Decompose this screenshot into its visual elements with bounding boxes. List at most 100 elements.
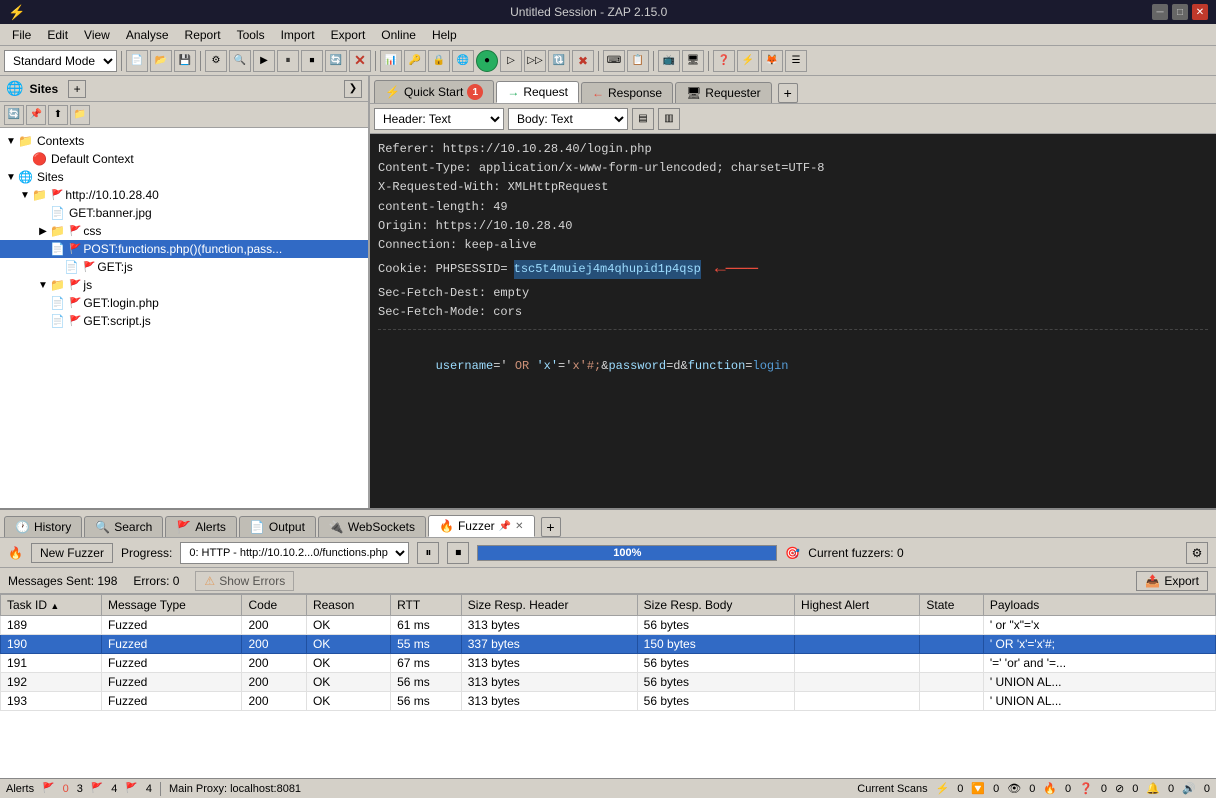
table-row[interactable]: 189Fuzzed200OK61 ms313 bytes56 bytes' or… <box>1 616 1216 635</box>
toolbar-btn-9[interactable]: 🔒 <box>428 50 450 72</box>
col-resp-header[interactable]: Size Resp. Header <box>461 595 637 616</box>
tree-item-selected[interactable]: 📄 🚩 POST:functions.php()(function,pass..… <box>0 240 368 258</box>
col-code[interactable]: Code <box>242 595 306 616</box>
col-reason[interactable]: Reason <box>306 595 390 616</box>
tab-requester[interactable]: 🖥 Requester <box>675 82 772 103</box>
tree-item[interactable]: ▼ 📁 Contexts <box>0 132 368 150</box>
menubar-item-report[interactable]: Report <box>177 26 229 44</box>
toolbar-save[interactable]: 💾 <box>174 50 196 72</box>
tree-item[interactable]: 📄 🚩 GET:login.php <box>0 294 368 312</box>
toolbar-btn-11[interactable]: ▷ <box>500 50 522 72</box>
toolbar-open[interactable]: 📂 <box>150 50 172 72</box>
tab-history[interactable]: 🕐 History <box>4 516 82 537</box>
fuzzer-pin-icon[interactable]: 📌 <box>499 521 511 532</box>
menubar-item-tools[interactable]: Tools <box>229 26 273 44</box>
toolbar-btn-6[interactable]: 🔄 <box>325 50 347 72</box>
toolbar-new-session[interactable]: 📄 <box>126 50 148 72</box>
tree-item[interactable]: ▼ 📁 🚩 http://10.10.28.40 <box>0 186 368 204</box>
tab-request[interactable]: → Request <box>496 81 579 103</box>
table-row[interactable]: 190Fuzzed200OK55 ms337 bytes150 bytes' O… <box>1 635 1216 654</box>
menubar-item-export[interactable]: Export <box>323 26 374 44</box>
fuzzer-pause-button[interactable]: ⏸ <box>417 542 439 564</box>
add-bottom-tab-button[interactable]: + <box>541 517 561 537</box>
col-highest-alert[interactable]: Highest Alert <box>795 595 920 616</box>
body-format-dropdown[interactable]: Body: Text <box>508 108 628 130</box>
toolbar-btn-14[interactable]: ✖ <box>572 50 594 72</box>
toolbar-btn-17[interactable]: 📺 <box>658 50 680 72</box>
left-toolbar-btn-3[interactable]: ⬆ <box>48 105 68 125</box>
tree-item[interactable]: 🔴 Default Context <box>0 150 368 168</box>
tree-item[interactable]: 📄 GET:banner.jpg <box>0 204 368 222</box>
toolbar-btn-1[interactable]: ⚙ <box>205 50 227 72</box>
menubar-item-analyse[interactable]: Analyse <box>118 26 177 44</box>
minimize-button[interactable]: ─ <box>1152 4 1168 20</box>
toolbar-btn-12[interactable]: ▷▷ <box>524 50 546 72</box>
export-button[interactable]: 📤 Export <box>1136 571 1208 591</box>
menubar-item-file[interactable]: File <box>4 26 39 44</box>
layout-btn-2[interactable]: ▥ <box>658 108 680 130</box>
tab-search[interactable]: 🔍 Search <box>84 516 163 537</box>
toolbar-btn-15[interactable]: ⌨ <box>603 50 625 72</box>
add-site-button[interactable]: + <box>68 80 86 98</box>
tab-websockets[interactable]: 🔌 WebSockets <box>318 516 426 537</box>
mode-dropdown[interactable]: Standard Mode <box>4 50 117 72</box>
toolbar-btn-5[interactable]: ⏹ <box>301 50 323 72</box>
close-button[interactable]: ✕ <box>1192 4 1208 20</box>
tab-alerts[interactable]: 🚩 Alerts <box>165 516 237 537</box>
col-task-id[interactable]: Task ID ▲ <box>1 595 102 616</box>
left-toolbar-btn-2[interactable]: 📌 <box>26 105 46 125</box>
fuzzer-close-icon[interactable]: ✕ <box>515 521 523 532</box>
toolbar-btn-16[interactable]: 📋 <box>627 50 649 72</box>
toolbar-btn-13[interactable]: 🔃 <box>548 50 570 72</box>
tab-response[interactable]: ← Response <box>581 82 673 103</box>
new-fuzzer-button[interactable]: New Fuzzer <box>31 543 113 563</box>
tree-item[interactable]: 📄 🚩 GET:js <box>0 258 368 276</box>
left-toolbar-btn-4[interactable]: 📁 <box>70 105 90 125</box>
toolbar-btn-8[interactable]: 🔑 <box>404 50 426 72</box>
toolbar-btn-18[interactable]: 🖥 <box>682 50 704 72</box>
tree-item[interactable]: 📄 🚩 GET:script.js <box>0 312 368 330</box>
tab-output[interactable]: 📄 Output <box>239 516 316 537</box>
col-message-type[interactable]: Message Type <box>101 595 242 616</box>
col-state[interactable]: State <box>920 595 983 616</box>
toolbar-zap-btn[interactable]: ⚡ <box>737 50 759 72</box>
table-cell: Fuzzed <box>101 673 242 692</box>
toolbar-btn-7[interactable]: 📊 <box>380 50 402 72</box>
table-row[interactable]: 192Fuzzed200OK56 ms313 bytes56 bytes' UN… <box>1 673 1216 692</box>
menubar-item-online[interactable]: Online <box>373 26 424 44</box>
menubar-item-edit[interactable]: Edit <box>39 26 76 44</box>
left-panel-collapse[interactable]: ❯ <box>344 80 362 98</box>
table-row[interactable]: 193Fuzzed200OK56 ms313 bytes56 bytes' UN… <box>1 692 1216 711</box>
menubar-item-view[interactable]: View <box>76 26 118 44</box>
tab-quick-start[interactable]: ⚡ Quick Start 1 <box>374 80 494 103</box>
toolbar-btn-19[interactable]: ❓ <box>713 50 735 72</box>
progress-url-dropdown[interactable]: 0: HTTP - http://10.10.2...0/functions.p… <box>180 542 409 564</box>
toolbar-btn-20[interactable]: ☰ <box>785 50 807 72</box>
table-cell <box>920 673 983 692</box>
toolbar-btn-3[interactable]: ▶ <box>253 50 275 72</box>
add-tab-button[interactable]: + <box>778 83 798 103</box>
toolbar-btn-4[interactable]: ⏸ <box>277 50 299 72</box>
menubar-item-help[interactable]: Help <box>424 26 465 44</box>
tree-item[interactable]: ▼ 🌐 Sites <box>0 168 368 186</box>
toolbar-stop[interactable]: ✕ <box>349 50 371 72</box>
toolbar-firefox-btn[interactable]: 🦊 <box>761 50 783 72</box>
fuzzer-stop-button[interactable]: ⏹ <box>447 542 469 564</box>
toolbar-spider-btn[interactable]: ● <box>476 50 498 72</box>
table-row[interactable]: 191Fuzzed200OK67 ms313 bytes56 bytes'=' … <box>1 654 1216 673</box>
menubar-item-import[interactable]: Import <box>273 26 323 44</box>
col-payloads[interactable]: Payloads <box>983 595 1215 616</box>
header-format-dropdown[interactable]: Header: Text <box>374 108 504 130</box>
fuzzer-settings-button[interactable]: ⚙ <box>1186 542 1208 564</box>
col-resp-body[interactable]: Size Resp. Body <box>637 595 794 616</box>
tree-item[interactable]: ▼ 📁 🚩 js <box>0 276 368 294</box>
left-toolbar-btn-1[interactable]: 🔄 <box>4 105 24 125</box>
toolbar-btn-10[interactable]: 🌐 <box>452 50 474 72</box>
tree-item[interactable]: ▶ 📁 🚩 css <box>0 222 368 240</box>
toolbar-btn-2[interactable]: 🔍 <box>229 50 251 72</box>
show-errors-button[interactable]: ⚠ Show Errors <box>195 571 294 591</box>
tab-fuzzer[interactable]: 🔥 Fuzzer 📌 ✕ <box>428 515 534 537</box>
layout-btn-1[interactable]: ▤ <box>632 108 654 130</box>
col-rtt[interactable]: RTT <box>391 595 462 616</box>
maximize-button[interactable]: □ <box>1172 4 1188 20</box>
